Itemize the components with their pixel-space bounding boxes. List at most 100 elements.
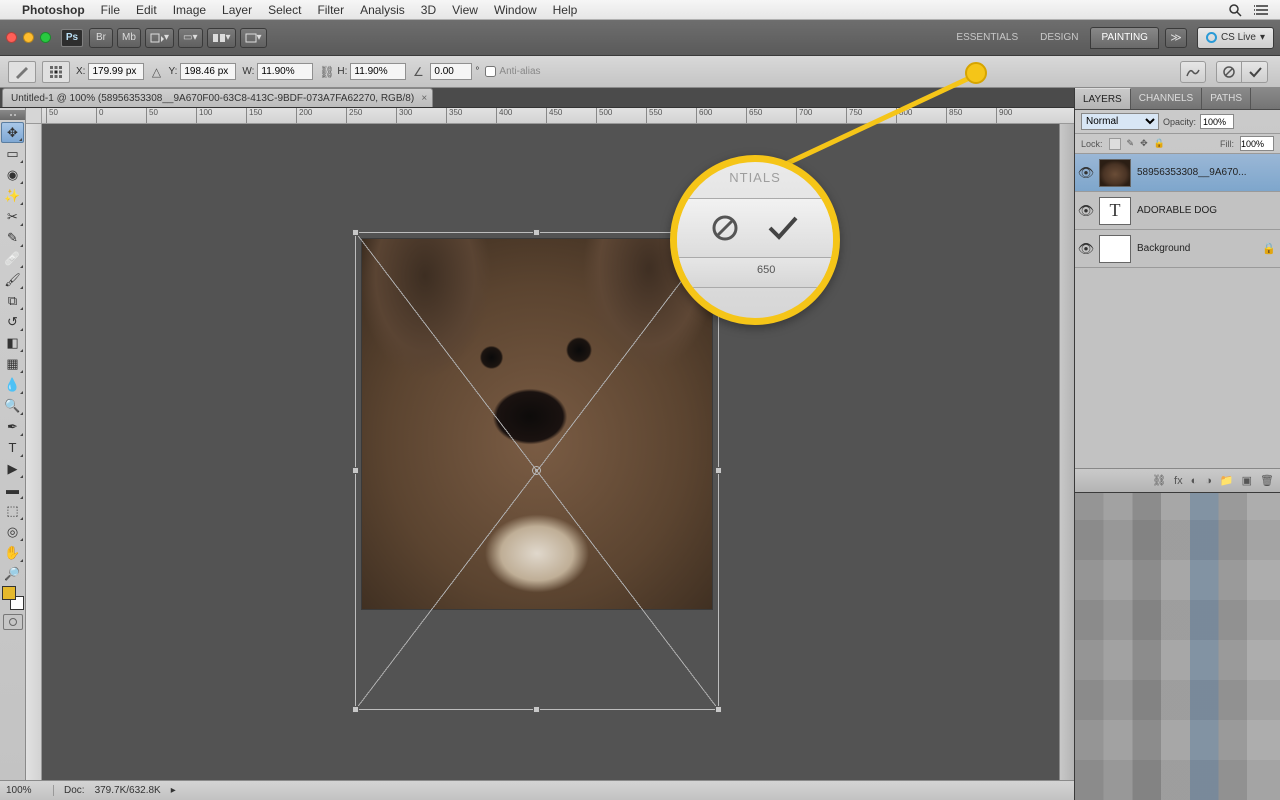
- workspace-more-button[interactable]: ≫: [1165, 28, 1187, 48]
- layer-row[interactable]: 👁 Background 🔒: [1075, 230, 1280, 268]
- link-layers-icon[interactable]: ⛓: [1152, 474, 1166, 487]
- warp-mode-button[interactable]: [1180, 61, 1206, 83]
- visibility-icon[interactable]: 👁: [1079, 242, 1093, 256]
- zoom-window-button[interactable]: [40, 32, 51, 43]
- status-menu-icon[interactable]: ▸: [171, 785, 176, 796]
- blur-tool[interactable]: 💧: [1, 374, 24, 395]
- shape-tool[interactable]: ▬: [1, 479, 24, 500]
- menu-view[interactable]: View: [452, 3, 478, 17]
- layer-fx-icon[interactable]: fx: [1174, 475, 1183, 487]
- horizontal-ruler[interactable]: 50 0 50 100 150 200 250 300 350 400 450 …: [26, 108, 1074, 124]
- history-brush-tool[interactable]: ↺: [1, 311, 24, 332]
- arrange-docs-dropdown[interactable]: ▾: [207, 28, 236, 48]
- zoom-level[interactable]: 100%: [6, 785, 54, 796]
- layer-name[interactable]: 58956353308__9A670...: [1137, 167, 1276, 178]
- close-window-button[interactable]: [6, 32, 17, 43]
- reference-point-icon[interactable]: [42, 61, 70, 83]
- layer-mask-icon[interactable]: ◐: [1191, 475, 1198, 487]
- layer-thumbnail[interactable]: [1099, 159, 1131, 187]
- menu-file[interactable]: File: [101, 3, 120, 17]
- menu-3d[interactable]: 3D: [421, 3, 436, 17]
- bridge-button[interactable]: Br: [89, 28, 113, 48]
- quick-mask-button[interactable]: [3, 614, 23, 630]
- adjustment-layer-icon[interactable]: ◑: [1205, 475, 1212, 487]
- magic-wand-tool[interactable]: ✨: [1, 185, 24, 206]
- layer-row[interactable]: 👁 T ADORABLE DOG: [1075, 192, 1280, 230]
- triangle-icon[interactable]: △: [150, 65, 162, 79]
- gradient-tool[interactable]: ▦: [1, 353, 24, 374]
- close-tab-icon[interactable]: ×: [421, 93, 427, 104]
- layers-tab[interactable]: LAYERS: [1075, 88, 1131, 109]
- spotlight-icon[interactable]: [1228, 3, 1242, 17]
- menu-list-icon[interactable]: [1254, 4, 1270, 16]
- navigator-panel[interactable]: [1075, 492, 1280, 800]
- handle-top[interactable]: [533, 229, 540, 236]
- menu-filter[interactable]: Filter: [317, 3, 344, 17]
- tool-preset-icon[interactable]: [8, 61, 36, 83]
- move-tool[interactable]: ✥: [1, 122, 24, 143]
- handle-right[interactable]: [715, 467, 722, 474]
- handle-left[interactable]: [352, 467, 359, 474]
- zoom-level-dropdown[interactable]: ▭▾: [178, 28, 202, 48]
- visibility-icon[interactable]: 👁: [1079, 166, 1093, 180]
- commit-transform-button[interactable]: [1242, 61, 1268, 83]
- fill-field[interactable]: [1240, 136, 1274, 151]
- minimize-window-button[interactable]: [23, 32, 34, 43]
- layer-row[interactable]: 👁 58956353308__9A670...: [1075, 154, 1280, 192]
- transform-bounding-box[interactable]: [355, 232, 719, 710]
- layer-thumbnail[interactable]: [1099, 235, 1131, 263]
- screen-mode-dropdown[interactable]: ▾: [240, 28, 267, 48]
- 3d-camera-tool[interactable]: ◎: [1, 521, 24, 542]
- crop-tool[interactable]: ✂: [1, 206, 24, 227]
- layer-name[interactable]: ADORABLE DOG: [1137, 205, 1276, 216]
- handle-bottom[interactable]: [533, 706, 540, 713]
- document-tab[interactable]: Untitled-1 @ 100% (58956353308__9A670F00…: [2, 88, 433, 107]
- eraser-tool[interactable]: ◧: [1, 332, 24, 353]
- x-field[interactable]: [88, 63, 144, 80]
- handle-top-left[interactable]: [352, 229, 359, 236]
- dodge-tool[interactable]: 🔍: [1, 395, 24, 416]
- link-wh-icon[interactable]: ⛓: [319, 65, 331, 79]
- pen-tool[interactable]: ✒: [1, 416, 24, 437]
- antialias-checkbox[interactable]: [485, 66, 496, 77]
- menu-image[interactable]: Image: [173, 3, 206, 17]
- new-layer-icon[interactable]: ▣: [1242, 474, 1252, 487]
- menu-edit[interactable]: Edit: [136, 3, 157, 17]
- 3d-tool[interactable]: ⬚: [1, 500, 24, 521]
- workspace-design[interactable]: DESIGN: [1030, 27, 1088, 49]
- layer-name[interactable]: Background: [1137, 243, 1256, 254]
- cs-live-button[interactable]: CS Live▾: [1197, 27, 1274, 49]
- eyedropper-tool[interactable]: ✎: [1, 227, 24, 248]
- lock-position-icon[interactable]: ✥: [1140, 138, 1148, 149]
- menu-app[interactable]: Photoshop: [22, 3, 85, 17]
- lock-all-icon[interactable]: 🔒: [1154, 138, 1165, 149]
- handle-center[interactable]: [532, 466, 541, 475]
- handle-bottom-right[interactable]: [715, 706, 722, 713]
- path-selection-tool[interactable]: ▶: [1, 458, 24, 479]
- menu-window[interactable]: Window: [494, 3, 537, 17]
- menu-layer[interactable]: Layer: [222, 3, 252, 17]
- blend-mode-select[interactable]: Normal: [1081, 113, 1159, 130]
- brush-tool[interactable]: 🖌: [1, 269, 24, 290]
- visibility-icon[interactable]: 👁: [1079, 204, 1093, 218]
- layer-thumbnail[interactable]: T: [1099, 197, 1131, 225]
- healing-brush-tool[interactable]: 🩹: [1, 248, 24, 269]
- lock-pixels-icon[interactable]: [1109, 138, 1121, 150]
- ruler-origin[interactable]: [26, 108, 42, 124]
- clone-stamp-tool[interactable]: ⧉: [1, 290, 24, 311]
- menu-analysis[interactable]: Analysis: [360, 3, 405, 17]
- canvas-area[interactable]: [42, 124, 1074, 780]
- minibridge-button[interactable]: Mb: [117, 28, 141, 48]
- layer-group-icon[interactable]: 📁: [1220, 474, 1234, 487]
- y-field[interactable]: [180, 63, 236, 80]
- handle-bottom-left[interactable]: [352, 706, 359, 713]
- lock-brush-icon[interactable]: ✎: [1127, 138, 1135, 149]
- workspace-painting[interactable]: PAINTING: [1090, 27, 1158, 49]
- h-field[interactable]: [350, 63, 406, 80]
- color-swatches[interactable]: [2, 586, 24, 610]
- delete-layer-icon[interactable]: 🗑: [1260, 474, 1274, 487]
- lasso-tool[interactable]: ◉: [1, 164, 24, 185]
- zoom-tool[interactable]: 🔎: [1, 563, 24, 584]
- opacity-field[interactable]: [1200, 114, 1234, 129]
- hand-tool[interactable]: ✋: [1, 542, 24, 563]
